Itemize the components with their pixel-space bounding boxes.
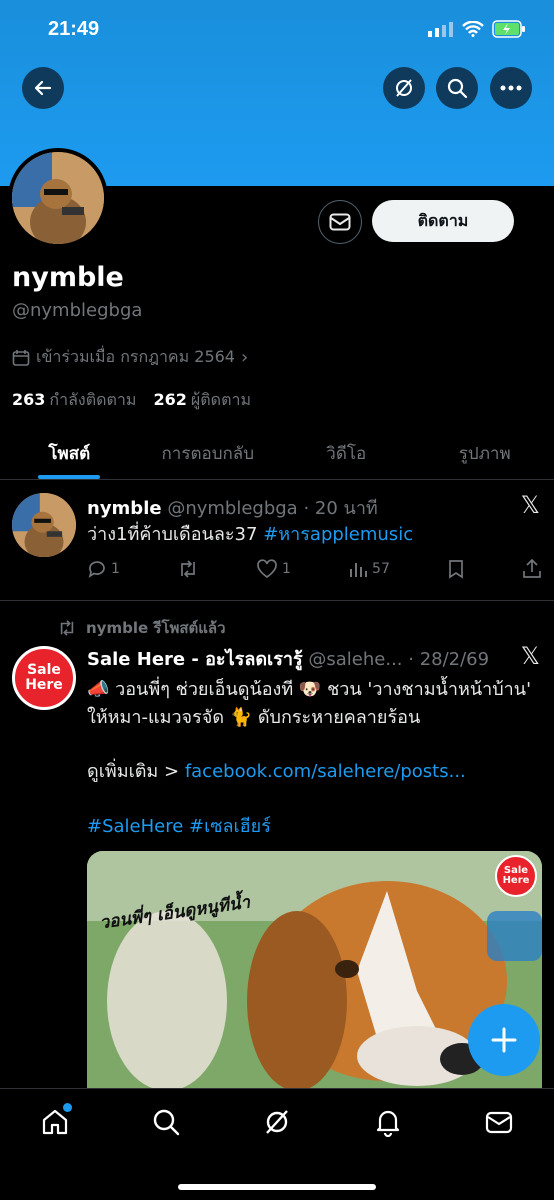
- calendar-icon: [12, 349, 30, 366]
- status-bar: 21:49: [0, 18, 554, 46]
- post-time: · 28/2/69: [408, 649, 490, 670]
- nav-grok[interactable]: [262, 1107, 292, 1141]
- post-avatar[interactable]: [12, 493, 76, 557]
- post-author-name[interactable]: nymble: [87, 498, 162, 519]
- repost-indicator: nymble รีโพสต์แล้ว: [56, 616, 226, 640]
- search-button[interactable]: [436, 67, 478, 109]
- profile-tabs: โพสต์ การตอบกลับ วิดีโอ รูปภาพ: [0, 430, 554, 480]
- battery-icon: [492, 20, 525, 38]
- home-indicator: [178, 1184, 376, 1190]
- back-button[interactable]: [22, 67, 64, 109]
- arrow-left-icon: [34, 80, 52, 96]
- search-icon: [153, 1109, 180, 1136]
- avatar-image: [12, 152, 104, 244]
- search-icon: [447, 78, 468, 99]
- notification-dot: [63, 1103, 73, 1112]
- post-avatar[interactable]: Sale Here: [12, 646, 76, 710]
- follow-button[interactable]: ติดตาม: [372, 200, 514, 242]
- post-actions: 1 1 57: [87, 559, 542, 579]
- like-button[interactable]: 1: [256, 559, 291, 579]
- nav-messages[interactable]: [484, 1107, 514, 1141]
- grok-icon: [266, 1110, 288, 1134]
- mail-icon: [329, 213, 351, 231]
- views-icon: [350, 563, 368, 577]
- post-text: ว่าง1ที่ค้าบเดือนละ37 #หารapplemusic: [87, 524, 414, 545]
- follow-counts: 263 กำลังติดตาม 262 ผู้ติดตาม: [12, 388, 251, 413]
- post-text: 📣 วอนพี่ๆ ช่วยเอ็นดูน้องที 🐶 ชวน 'วางชาม…: [87, 679, 532, 728]
- nav-home[interactable]: [40, 1103, 73, 1141]
- profile-handle: @nymblegbga: [12, 300, 143, 321]
- followers-link[interactable]: 262 ผู้ติดตาม: [154, 390, 251, 409]
- share-button[interactable]: [522, 559, 542, 579]
- chevron-right-icon: ›: [240, 347, 249, 368]
- post-author-name[interactable]: Sale Here - อะไรลดเรารู้: [87, 649, 303, 670]
- status-time: 21:49: [48, 18, 100, 40]
- status-icons: [428, 20, 526, 38]
- signal-icon: [428, 22, 453, 37]
- tab-photos[interactable]: รูปภาพ: [416, 430, 554, 479]
- more-icon: [500, 85, 522, 91]
- following-link[interactable]: 263 กำลังติดตาม: [12, 390, 136, 409]
- heart-icon: [257, 559, 277, 579]
- image-logo: Sale Here: [495, 855, 537, 897]
- repost-icon: [60, 620, 74, 636]
- hashtags[interactable]: #SaleHere #เซลเฮียร์: [87, 813, 271, 840]
- compose-button[interactable]: [468, 1004, 540, 1076]
- message-button[interactable]: [318, 200, 362, 244]
- wifi-icon: [462, 21, 484, 37]
- grok-icon: [396, 79, 412, 97]
- views-button[interactable]: 57: [348, 559, 390, 579]
- external-link[interactable]: facebook.com/salehere/posts...: [185, 761, 466, 782]
- post-author-handle: @salehe...: [308, 649, 403, 670]
- profile-name: nymble: [12, 262, 124, 293]
- joined-date: เข้าร่วมเมื่อ กรกฎาคม 2564 ›: [12, 345, 248, 370]
- bookmark-button[interactable]: [447, 559, 465, 579]
- share-icon: [523, 559, 541, 578]
- x-logo-icon: 𝕏: [520, 491, 540, 519]
- see-more-line: ดูเพิ่มเติม > facebook.com/salehere/post…: [87, 761, 466, 782]
- plus-icon: [491, 1027, 517, 1053]
- joined-text: เข้าร่วมเมื่อ กรกฎาคม 2564: [36, 347, 235, 366]
- post-header: Sale Here - อะไรลดเรารู้ @salehe... · 28…: [87, 644, 489, 673]
- nav-search[interactable]: [151, 1107, 181, 1141]
- x-logo-icon: 𝕏: [520, 642, 540, 670]
- post-header: nymble @nymblegbga · 20 นาที: [87, 493, 378, 522]
- reply-icon: [88, 561, 105, 578]
- grok-button[interactable]: [383, 67, 425, 109]
- more-button[interactable]: [490, 67, 532, 109]
- hashtag-link[interactable]: #หารapplemusic: [263, 524, 413, 545]
- tab-posts[interactable]: โพสต์: [0, 430, 139, 479]
- repost-button[interactable]: [177, 559, 199, 579]
- post-time: · 20 นาที: [303, 498, 378, 519]
- mail-icon: [485, 1111, 512, 1134]
- avatar-image: [12, 493, 76, 557]
- tab-replies[interactable]: การตอบกลับ: [139, 430, 278, 479]
- nav-notifications[interactable]: [373, 1107, 403, 1141]
- reply-button[interactable]: 1: [87, 559, 120, 579]
- bell-icon: [376, 1110, 399, 1138]
- bookmark-icon: [449, 560, 463, 579]
- post-item[interactable]: nymble @nymblegbga · 20 นาที 𝕏 ว่าง1ที่ค…: [0, 481, 554, 601]
- tab-videos[interactable]: วิดีโอ: [277, 430, 416, 479]
- profile-avatar[interactable]: [8, 148, 108, 248]
- repost-icon: [181, 560, 195, 578]
- post-author-handle: @nymblegbga: [167, 498, 298, 519]
